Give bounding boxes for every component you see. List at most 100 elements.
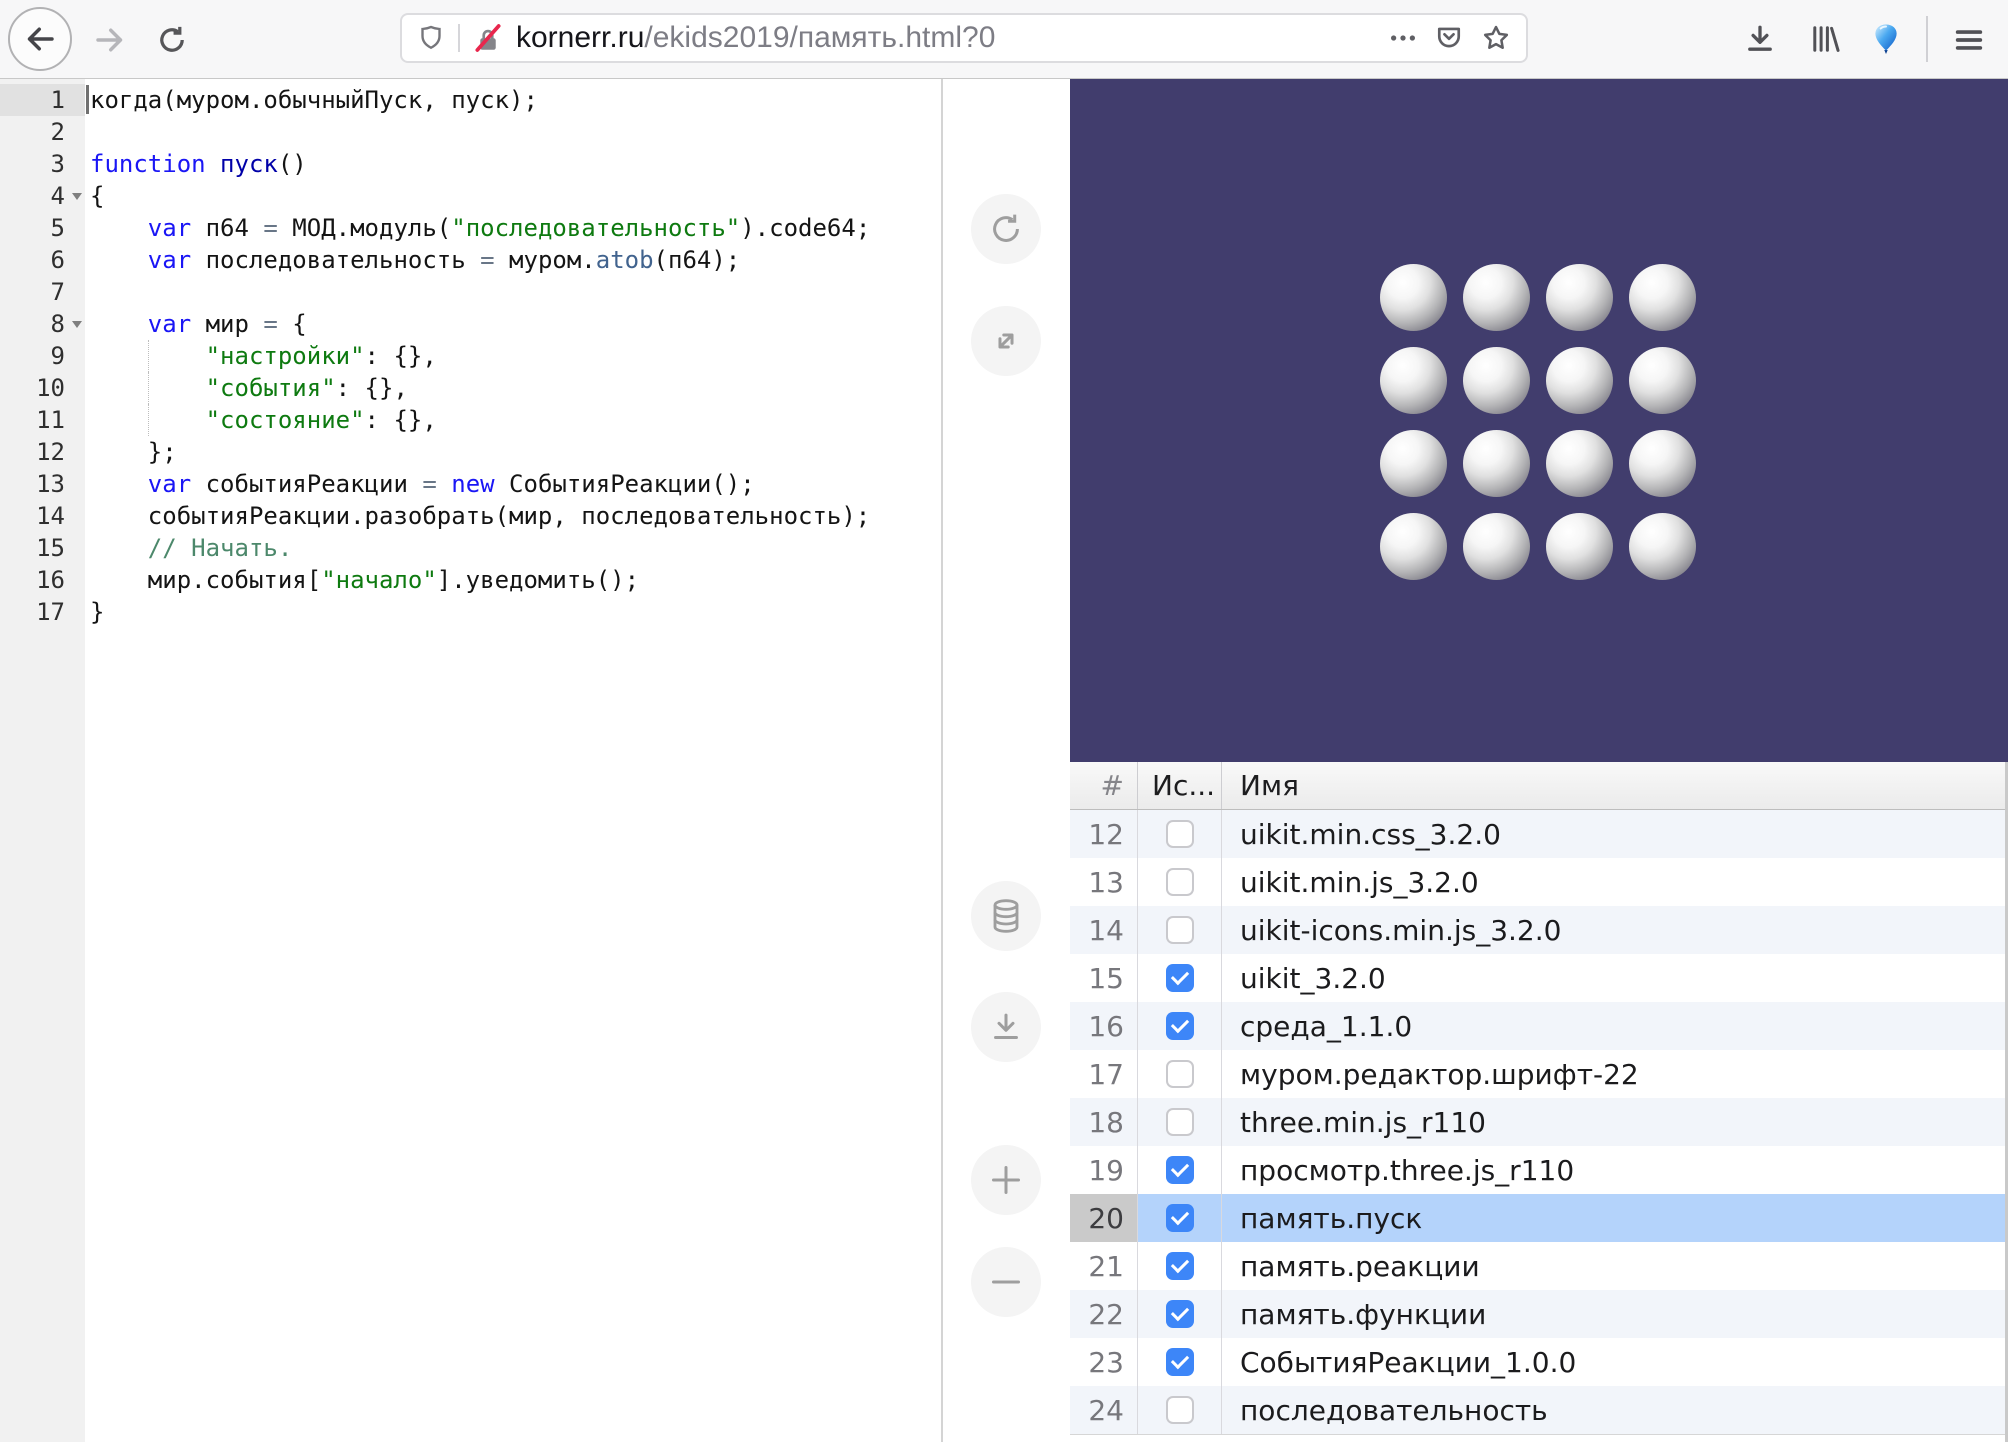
remove-button[interactable] (971, 1247, 1041, 1317)
checkbox-checked[interactable] (1166, 1012, 1194, 1040)
reload-button[interactable] (155, 23, 189, 57)
plus-icon (986, 1160, 1026, 1200)
code-line[interactable] (85, 116, 941, 148)
downloads-button[interactable] (1742, 21, 1778, 57)
code-token: когда(муром.обычныйПуск, пуск); (90, 86, 538, 114)
code-line[interactable]: "события": {}, (85, 372, 941, 404)
table-row[interactable]: 12uikit.min.css_3.2.0 (1070, 810, 2008, 858)
column-header-use[interactable]: Ис... (1138, 762, 1222, 809)
table-row[interactable]: 24последовательность (1070, 1386, 2008, 1435)
code-line[interactable]: var событияРеакции = new СобытияРеакции(… (85, 468, 941, 500)
gutter-line-number[interactable]: 10 (0, 372, 85, 404)
checkbox-checked[interactable] (1166, 1300, 1194, 1328)
gutter-line-number[interactable]: 8 (0, 308, 85, 340)
checkbox-checked[interactable] (1166, 1348, 1194, 1376)
checkbox-checked[interactable] (1166, 1204, 1194, 1232)
column-header-name[interactable]: Имя (1222, 762, 2008, 809)
code-token: var (148, 246, 191, 274)
url-host: kornerr.ru (516, 21, 644, 54)
insecure-lock-icon[interactable] (472, 22, 504, 54)
gutter-line-number[interactable]: 7 (0, 276, 85, 308)
column-header-number[interactable]: # (1070, 762, 1138, 809)
gutter-line-number[interactable]: 1 (0, 84, 85, 116)
checkbox-unchecked[interactable] (1166, 916, 1194, 944)
shield-icon[interactable] (416, 23, 446, 53)
checkbox-unchecked[interactable] (1166, 1396, 1194, 1424)
code-line[interactable]: { (85, 180, 941, 212)
fold-arrow-icon[interactable] (72, 193, 82, 200)
url-bar[interactable]: kornerr.ru/ekids2019/память.html?0 (400, 13, 1528, 63)
checkbox-checked[interactable] (1166, 964, 1194, 992)
gutter-line-number[interactable]: 9 (0, 340, 85, 372)
code-line[interactable]: var мир = { (85, 308, 941, 340)
expand-button[interactable] (971, 306, 1041, 376)
code-line[interactable]: мир.события["начало"].уведомить(); (85, 564, 941, 596)
code-token: var (148, 470, 191, 498)
gutter-line-number[interactable]: 5 (0, 212, 85, 244)
gutter-line-number[interactable]: 4 (0, 180, 85, 212)
url-text[interactable]: kornerr.ru/ekids2019/память.html?0 (516, 21, 995, 55)
code-line[interactable]: } (85, 596, 941, 628)
pocket-icon[interactable] (1433, 22, 1465, 54)
back-button[interactable] (8, 7, 72, 71)
fold-arrow-icon[interactable] (72, 321, 82, 328)
checkbox-checked[interactable] (1166, 1252, 1194, 1280)
gutter-line-number[interactable]: 11 (0, 404, 85, 436)
code-token: { (90, 182, 104, 210)
checkbox-cell (1138, 1098, 1222, 1146)
page-actions-icon[interactable] (1388, 23, 1418, 53)
forward-button[interactable] (92, 22, 128, 58)
gutter-line-number[interactable]: 3 (0, 148, 85, 180)
gutter-line-number[interactable]: 15 (0, 532, 85, 564)
table-row[interactable]: 23СобытияРеакции_1.0.0 (1070, 1338, 2008, 1386)
checkbox-unchecked[interactable] (1166, 1060, 1194, 1088)
menu-button[interactable] (1952, 23, 1986, 57)
gutter-line-number[interactable]: 16 (0, 564, 85, 596)
table-row[interactable]: 16среда_1.1.0 (1070, 1002, 2008, 1050)
code-line[interactable]: "настройки": {}, (85, 340, 941, 372)
gutter-line-number[interactable]: 2 (0, 116, 85, 148)
code-line[interactable]: var последовательность = муром.atob(п64)… (85, 244, 941, 276)
code-line[interactable]: "состояние": {}, (85, 404, 941, 436)
table-row[interactable]: 15uikit_3.2.0 (1070, 954, 2008, 1002)
table-row[interactable]: 22память.функции (1070, 1290, 2008, 1338)
gutter-line-number[interactable]: 17 (0, 596, 85, 628)
table-row[interactable]: 13uikit.min.js_3.2.0 (1070, 858, 2008, 906)
download-module-button[interactable] (971, 992, 1041, 1062)
extension-gem-icon[interactable] (1869, 22, 1903, 56)
code-line[interactable]: // Начать. (85, 532, 941, 564)
sphere (1546, 347, 1613, 414)
table-row[interactable]: 18three.min.js_r110 (1070, 1098, 2008, 1146)
table-row[interactable]: 17муром.редактор.шрифт-22 (1070, 1050, 2008, 1098)
row-number: 19 (1070, 1146, 1138, 1194)
code-line[interactable] (85, 276, 941, 308)
checkbox-unchecked[interactable] (1166, 820, 1194, 848)
webgl-canvas[interactable] (1070, 79, 2008, 762)
row-number: 14 (1070, 906, 1138, 954)
gutter-line-number[interactable]: 14 (0, 500, 85, 532)
library-button[interactable] (1807, 21, 1843, 57)
table-row[interactable]: 21память.реакции (1070, 1242, 2008, 1290)
checkbox-unchecked[interactable] (1166, 1108, 1194, 1136)
row-number: 23 (1070, 1338, 1138, 1386)
code-line[interactable]: событияРеакции.разобрать(мир, последоват… (85, 500, 941, 532)
refresh-button[interactable] (971, 194, 1041, 264)
code-token: : {}, (365, 406, 437, 434)
add-button[interactable] (971, 1145, 1041, 1215)
code-line[interactable]: когда(муром.обычныйПуск, пуск); (85, 84, 941, 116)
gutter-line-number[interactable]: 13 (0, 468, 85, 500)
gutter-line-number[interactable]: 12 (0, 436, 85, 468)
bookmark-star-icon[interactable] (1480, 22, 1512, 54)
code-editor[interactable]: 1234567891011121314151617 когда(муром.об… (0, 79, 941, 1442)
gutter-line-number[interactable]: 6 (0, 244, 85, 276)
code-line[interactable]: }; (85, 436, 941, 468)
table-row[interactable]: 20память.пуск (1070, 1194, 2008, 1242)
checkbox-unchecked[interactable] (1166, 868, 1194, 896)
code-line[interactable]: var п64 = МОД.модуль("последовательность… (85, 212, 941, 244)
database-button[interactable] (971, 881, 1041, 951)
checkbox-checked[interactable] (1166, 1156, 1194, 1184)
table-row[interactable]: 19просмотр.three.js_r110 (1070, 1146, 2008, 1194)
code-line[interactable]: function пуск() (85, 148, 941, 180)
table-row[interactable]: 14uikit-icons.min.js_3.2.0 (1070, 906, 2008, 954)
code-token (206, 150, 220, 178)
